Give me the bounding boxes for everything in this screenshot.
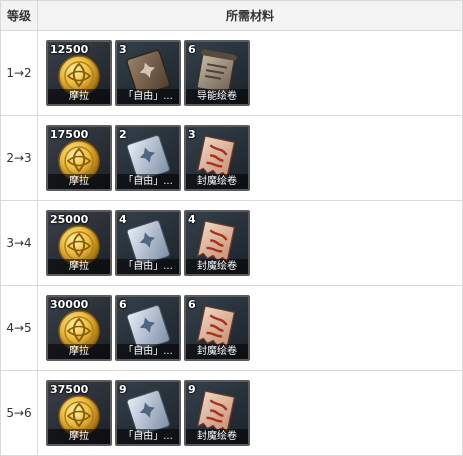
material-item[interactable]: 9 封魔绘卷 — [184, 380, 250, 446]
level-cell: 4→5 — [0, 285, 38, 371]
level-column-header: 等级 — [0, 0, 38, 31]
material-name: 「自由」... — [117, 259, 179, 274]
material-list: 25000 摩拉 4 「自由」... 4 封魔绘卷 — [46, 210, 462, 276]
material-item[interactable]: 6 导能绘卷 — [184, 40, 250, 106]
material-quantity: 2 — [119, 128, 127, 141]
material-name: 封魔绘卷 — [186, 174, 248, 189]
level-cell: 1→2 — [0, 30, 38, 116]
table-row: 5→6 37500 摩拉 9 「自由」... 9 封魔绘卷 — [0, 370, 463, 456]
materials-cell: 25000 摩拉 4 「自由」... 4 封魔绘卷 — [37, 200, 463, 286]
material-quantity: 25000 — [50, 213, 89, 226]
material-list: 12500 摩拉 3 「自由」... 6 导能绘卷 — [46, 40, 462, 106]
material-item[interactable]: 12500 摩拉 — [46, 40, 112, 106]
table-row: 3→4 25000 摩拉 4 「自由」... 4 封魔绘卷 — [0, 200, 463, 286]
materials-cell: 30000 摩拉 6 「自由」... 6 封魔绘卷 — [37, 285, 463, 371]
material-quantity: 6 — [119, 298, 127, 311]
material-item[interactable]: 6 封魔绘卷 — [184, 295, 250, 361]
talent-materials-table: 等级 所需材料 1→2 12500 摩拉 3 「自由」... 6 导能绘卷 2→3 17500 摩… — [0, 0, 463, 456]
material-name: 摩拉 — [48, 344, 110, 359]
materials-cell: 12500 摩拉 3 「自由」... 6 导能绘卷 — [37, 30, 463, 116]
material-item[interactable]: 17500 摩拉 — [46, 125, 112, 191]
material-item[interactable]: 9 「自由」... — [115, 380, 181, 446]
material-item[interactable]: 25000 摩拉 — [46, 210, 112, 276]
level-cell: 5→6 — [0, 370, 38, 456]
material-item[interactable]: 2 「自由」... — [115, 125, 181, 191]
material-quantity: 3 — [119, 43, 127, 56]
material-item[interactable]: 30000 摩拉 — [46, 295, 112, 361]
material-list: 30000 摩拉 6 「自由」... 6 封魔绘卷 — [46, 295, 462, 361]
table-row: 1→2 12500 摩拉 3 「自由」... 6 导能绘卷 — [0, 30, 463, 116]
material-item[interactable]: 6 「自由」... — [115, 295, 181, 361]
table-row: 4→5 30000 摩拉 6 「自由」... 6 封魔绘卷 — [0, 285, 463, 371]
material-quantity: 12500 — [50, 43, 89, 56]
material-name: 摩拉 — [48, 259, 110, 274]
material-quantity: 30000 — [50, 298, 89, 311]
material-item[interactable]: 4 封魔绘卷 — [184, 210, 250, 276]
material-name: 摩拉 — [48, 174, 110, 189]
material-name: 摩拉 — [48, 89, 110, 104]
material-quantity: 37500 — [50, 383, 89, 396]
material-quantity: 6 — [188, 43, 196, 56]
material-item[interactable]: 3 封魔绘卷 — [184, 125, 250, 191]
material-quantity: 4 — [188, 213, 196, 226]
material-list: 17500 摩拉 2 「自由」... 3 封魔绘卷 — [46, 125, 462, 191]
material-quantity: 3 — [188, 128, 196, 141]
material-quantity: 6 — [188, 298, 196, 311]
material-item[interactable]: 4 「自由」... — [115, 210, 181, 276]
material-name: 封魔绘卷 — [186, 259, 248, 274]
material-quantity: 17500 — [50, 128, 89, 141]
level-cell: 3→4 — [0, 200, 38, 286]
material-item[interactable]: 3 「自由」... — [115, 40, 181, 106]
materials-cell: 17500 摩拉 2 「自由」... 3 封魔绘卷 — [37, 115, 463, 201]
materials-cell: 37500 摩拉 9 「自由」... 9 封魔绘卷 — [37, 370, 463, 456]
material-name: 封魔绘卷 — [186, 429, 248, 444]
material-name: 「自由」... — [117, 429, 179, 444]
material-quantity: 9 — [188, 383, 196, 396]
material-name: 摩拉 — [48, 429, 110, 444]
material-name: 封魔绘卷 — [186, 344, 248, 359]
material-name: 「自由」... — [117, 344, 179, 359]
material-quantity: 9 — [119, 383, 127, 396]
material-name: 「自由」... — [117, 174, 179, 189]
material-name: 导能绘卷 — [186, 89, 248, 104]
material-list: 37500 摩拉 9 「自由」... 9 封魔绘卷 — [46, 380, 462, 446]
material-item[interactable]: 37500 摩拉 — [46, 380, 112, 446]
material-quantity: 4 — [119, 213, 127, 226]
table-header-row: 等级 所需材料 — [0, 0, 463, 31]
level-cell: 2→3 — [0, 115, 38, 201]
material-name: 「自由」... — [117, 89, 179, 104]
materials-column-header: 所需材料 — [37, 0, 463, 31]
table-row: 2→3 17500 摩拉 2 「自由」... 3 封魔绘卷 — [0, 115, 463, 201]
